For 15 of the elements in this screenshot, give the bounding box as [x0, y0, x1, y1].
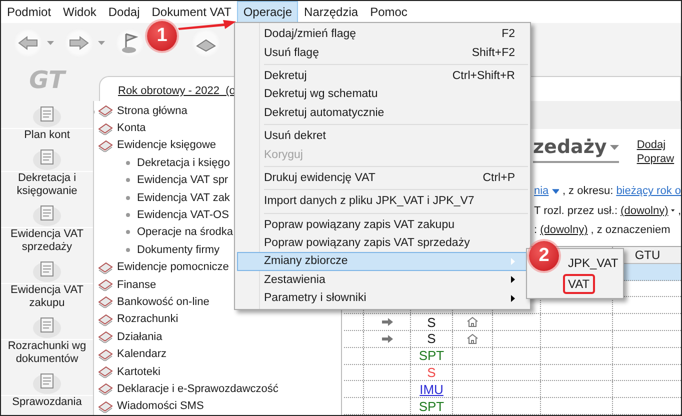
filter-label: T rozl. przez usł.: [534, 204, 618, 217]
shortcut-text: Ctrl+Shift+R [452, 70, 515, 82]
code-text: SPT [418, 348, 444, 364]
code-text: S [427, 314, 436, 330]
filter-label: , [678, 204, 681, 217]
shortcut-text: F2 [502, 28, 515, 40]
filter-label: : [534, 224, 538, 236]
filter-label: , z oznaczeniem [590, 224, 670, 236]
code-text: SPT [418, 398, 444, 414]
logo: GT [29, 66, 65, 94]
shortcut-text: Ctrl+P [482, 172, 515, 184]
shortcut-text: Shift+F2 [472, 46, 515, 59]
code-text: S [427, 331, 436, 346]
code-text: S [427, 364, 436, 380]
filter-label: , z okresu: [562, 185, 614, 198]
